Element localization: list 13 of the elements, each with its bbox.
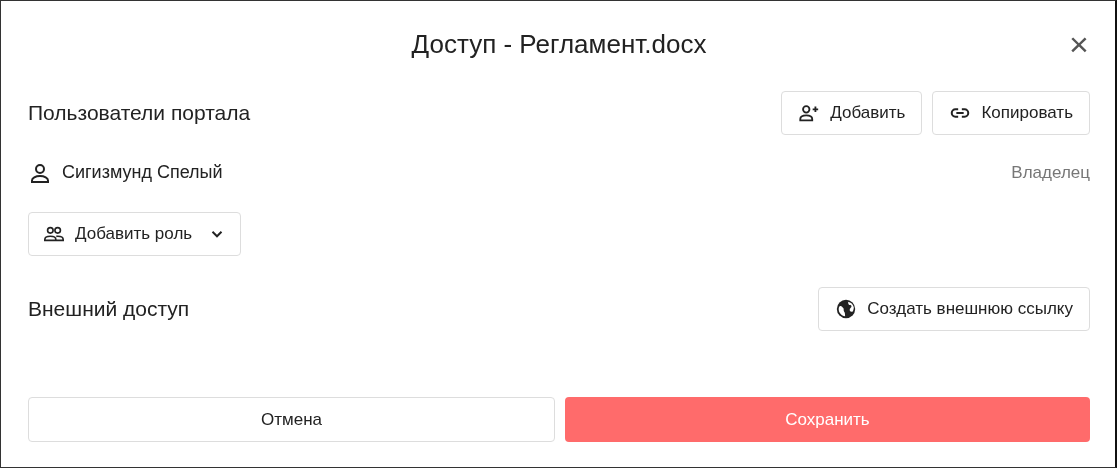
add-role-dropdown[interactable]: Добавить роль: [28, 212, 242, 256]
user-role: Владелец: [1011, 161, 1090, 184]
copy-button[interactable]: Копировать: [932, 91, 1090, 135]
create-link-button[interactable]: Создать внешнюю ссылку: [818, 287, 1090, 331]
add-user-icon: [798, 102, 821, 124]
user-name: Сигизмунд Спелый: [62, 161, 223, 184]
globe-icon: [835, 298, 858, 320]
section-heading: Внешний доступ: [28, 296, 190, 323]
dialog-title: Доступ - Регламент.docx: [411, 29, 707, 59]
cancel-button[interactable]: Отмена: [28, 397, 555, 442]
section-heading: Пользователи портала: [28, 100, 251, 127]
close-button[interactable]: ×: [1066, 31, 1092, 57]
add-button[interactable]: Добавить: [781, 91, 923, 135]
